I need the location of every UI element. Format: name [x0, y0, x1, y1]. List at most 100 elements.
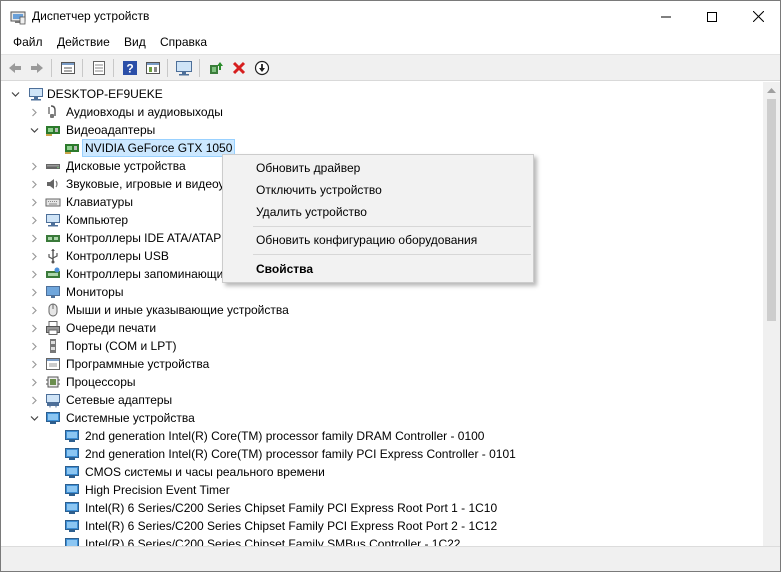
port-icon	[50, 339, 56, 353]
title-bar: Диспетчер устройств	[1, 1, 780, 32]
scan-hardware-button[interactable]	[174, 58, 194, 78]
minimize-button[interactable]	[643, 1, 689, 32]
action-view-button[interactable]	[143, 58, 163, 78]
expand-chevron-icon[interactable]	[28, 193, 40, 211]
tree-root[interactable]: DESKTOP-EF9UEKE	[1, 85, 401, 103]
help-button[interactable]: ?	[120, 58, 140, 78]
menu-item-scan-hardware[interactable]: Обновить конфигурацию оборудования	[223, 229, 533, 251]
expand-chevron-icon[interactable]	[28, 247, 40, 265]
system-device-icon	[65, 520, 79, 532]
tree-device-item[interactable]: CMOS системы и часы реального времени	[1, 463, 761, 481]
tree-device-item[interactable]: Intel(R) 6 Series/C200 Series Chipset Fa…	[1, 499, 761, 517]
system-device-icon	[65, 484, 79, 496]
monitor-icon	[46, 286, 60, 298]
expand-chevron-icon[interactable]	[28, 373, 40, 391]
menu-bar: Файл Действие Вид Справка	[1, 32, 780, 53]
expand-chevron-icon[interactable]	[28, 157, 40, 175]
minimize-icon	[661, 16, 671, 17]
scrollbar-thumb[interactable]	[767, 99, 776, 321]
expand-chevron-icon[interactable]	[28, 355, 40, 373]
expand-chevron-icon[interactable]	[28, 301, 40, 319]
properties-icon	[61, 62, 75, 74]
tree-category-item[interactable]: Программные устройства	[1, 355, 761, 373]
expand-chevron-icon[interactable]	[28, 175, 40, 193]
tree-item-label: High Precision Event Timer	[85, 483, 230, 497]
tree-category-item[interactable]: Видеоадаптеры	[1, 121, 761, 139]
expand-chevron-icon[interactable]	[28, 319, 40, 337]
properties-button[interactable]	[58, 58, 78, 78]
menu-separator	[253, 254, 531, 255]
tree-device-item[interactable]: High Precision Event Timer	[1, 481, 761, 499]
tree-item-label: Системные устройства	[66, 411, 195, 425]
menu-item-disable-device[interactable]: Отключить устройство	[223, 179, 533, 201]
tree-item-label: Компьютер	[66, 213, 129, 227]
close-button[interactable]	[735, 1, 781, 32]
close-icon	[752, 11, 764, 22]
system-device-icon	[65, 538, 79, 546]
maximize-button[interactable]	[689, 1, 735, 32]
tree-item-label: Мыши и иные указывающие устройства	[66, 303, 289, 317]
menu-file[interactable]: Файл	[10, 35, 46, 49]
remove-device-button[interactable]	[229, 58, 249, 78]
collapse-chevron-icon[interactable]	[28, 409, 40, 427]
tree-device-item[interactable]: 2nd generation Intel(R) Core(TM) process…	[1, 427, 761, 445]
expand-chevron-icon[interactable]	[28, 103, 40, 121]
collapse-chevron-icon[interactable]	[9, 85, 21, 103]
keyboard-icon	[45, 198, 61, 207]
context-menu: Обновить драйвер Отключить устройство Уд…	[222, 154, 534, 283]
forward-icon	[31, 63, 43, 73]
monitor-icon	[176, 61, 192, 76]
expand-chevron-icon[interactable]	[28, 283, 40, 301]
system-device-icon	[65, 430, 79, 442]
expand-chevron-icon[interactable]	[28, 391, 40, 409]
system-device-icon	[65, 448, 79, 460]
tree-item-label: Сетевые адаптеры	[66, 393, 173, 407]
system-device-icon	[65, 466, 79, 478]
processor-icon	[46, 376, 60, 388]
expand-chevron-icon[interactable]	[28, 211, 40, 229]
tree-category-item[interactable]: Аудиовходы и аудиовыходы	[1, 103, 761, 121]
menu-action[interactable]: Действие	[54, 35, 113, 49]
disable-device-button[interactable]	[252, 58, 272, 78]
tree-category-item[interactable]: Мониторы	[1, 283, 761, 301]
tree-device-item[interactable]: Intel(R) 6 Series/C200 Series Chipset Fa…	[1, 535, 761, 546]
usb-icon	[48, 249, 58, 264]
tree-device-item[interactable]: 2nd generation Intel(R) Core(TM) process…	[1, 445, 761, 463]
menu-view[interactable]: Вид	[121, 35, 149, 49]
tree-category-item[interactable]: Сетевые адаптеры	[1, 391, 761, 409]
tree-item-label: Программные устройства	[66, 357, 210, 371]
menu-item-update-driver[interactable]: Обновить драйвер	[223, 157, 533, 179]
tree-category-item[interactable]: Порты (COM и LPT)	[1, 337, 761, 355]
tree-category-item[interactable]: Системные устройства	[1, 409, 761, 427]
forward-button[interactable]	[27, 58, 47, 78]
expand-chevron-icon[interactable]	[28, 265, 40, 283]
menu-item-uninstall-device[interactable]: Удалить устройство	[223, 201, 533, 223]
tree-category-item[interactable]: Мыши и иные указывающие устройства	[1, 301, 761, 319]
status-bar	[1, 546, 780, 571]
tree-view-button[interactable]	[89, 58, 109, 78]
scroll-up-icon[interactable]	[767, 87, 776, 93]
tree-item-label: Контроллеры IDE ATA/ATAPI	[66, 231, 225, 245]
tree-category-item[interactable]: Процессоры	[1, 373, 761, 391]
system-device-icon	[65, 502, 79, 514]
tree-view-icon	[93, 61, 105, 75]
tree-category-item[interactable]: Очереди печати	[1, 319, 761, 337]
expand-chevron-icon[interactable]	[28, 337, 40, 355]
back-icon	[9, 63, 21, 73]
tree-item-label: Аудиовходы и аудиовыходы	[66, 105, 223, 119]
tree-item-label: Дисковые устройства	[66, 159, 186, 173]
collapse-chevron-icon[interactable]	[28, 121, 40, 139]
ide-controller-icon	[46, 235, 60, 242]
vertical-scrollbar[interactable]	[763, 82, 780, 546]
update-driver-button[interactable]	[206, 58, 226, 78]
network-adapter-icon	[46, 394, 60, 408]
menu-help[interactable]: Справка	[157, 35, 210, 49]
back-button[interactable]	[5, 58, 25, 78]
tree-device-item[interactable]: Intel(R) 6 Series/C200 Series Chipset Fa…	[1, 517, 761, 535]
menu-item-properties[interactable]: Свойства	[223, 258, 533, 280]
display-adapter-icon	[46, 126, 60, 136]
expand-chevron-icon[interactable]	[28, 229, 40, 247]
tree-item-label: Мониторы	[66, 285, 124, 299]
storage-controller-icon	[46, 267, 60, 278]
download-icon	[254, 60, 270, 76]
